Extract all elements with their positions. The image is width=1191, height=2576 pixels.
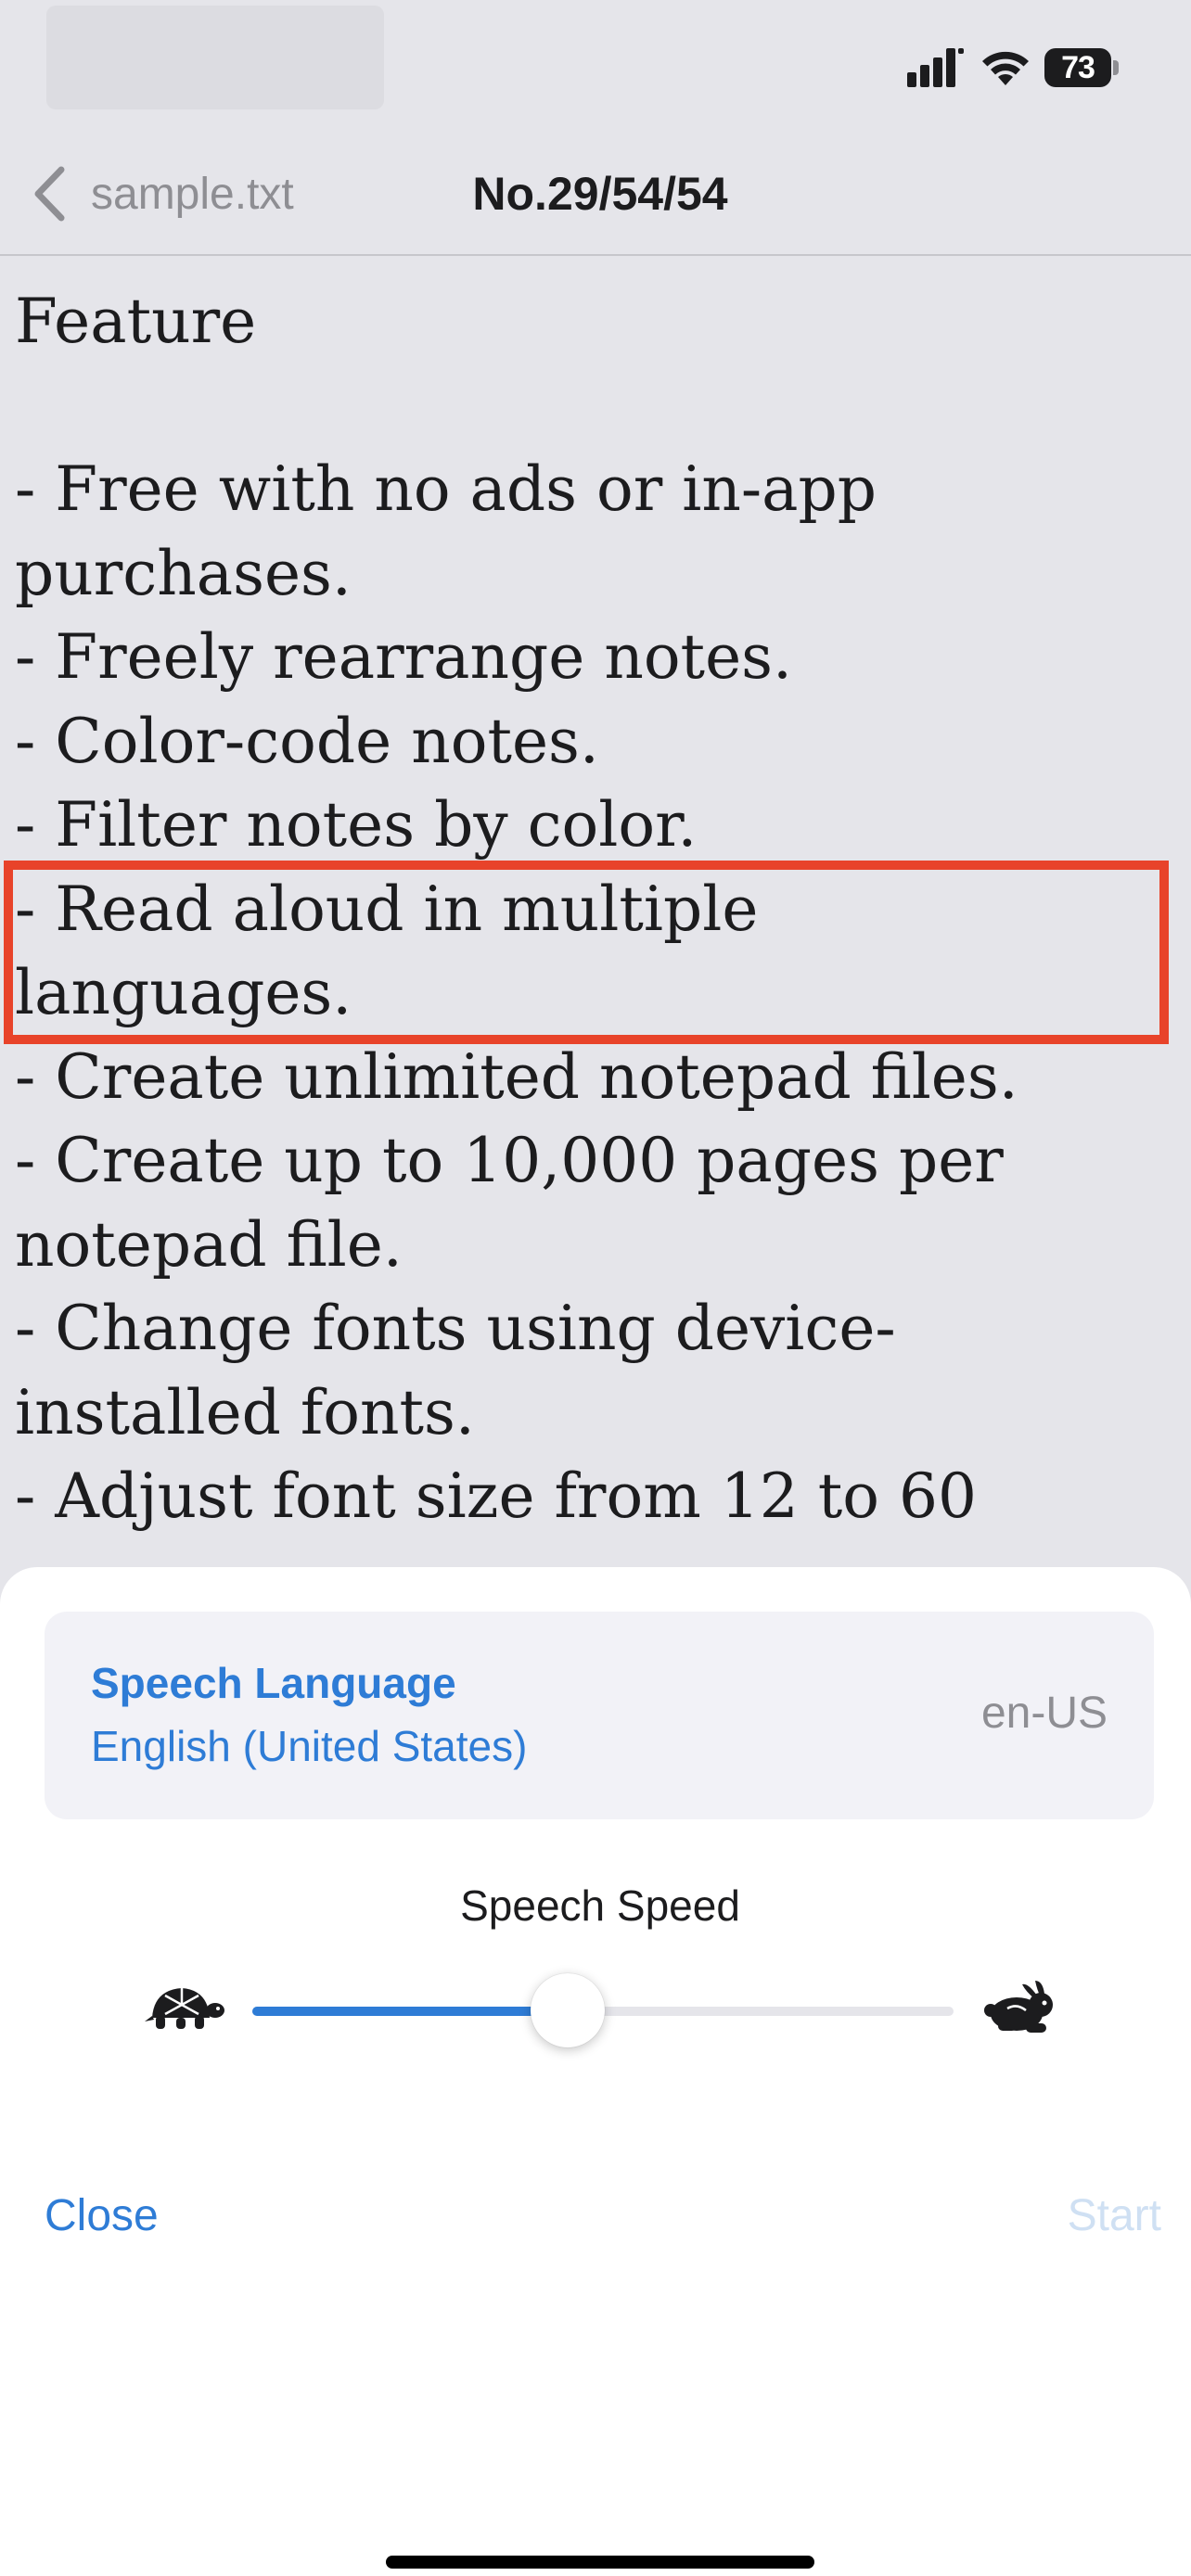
navigation-bar: sample.txt No.29/54/54: [0, 130, 1191, 256]
speech-speed-label: Speech Speed: [460, 1881, 740, 1930]
note-line: Feature: [15, 286, 257, 357]
note-line: purchases.: [15, 537, 352, 609]
home-indicator: [386, 2556, 814, 2569]
slider-thumb[interactable]: [531, 1973, 605, 2047]
note-line: - Filter notes by color.: [15, 789, 698, 861]
note-line: - Create unlimited notepad files.: [15, 1040, 1018, 1113]
battery-icon: 73: [1044, 48, 1122, 87]
back-label: sample.txt: [91, 169, 294, 219]
speech-language-name: English (United States): [91, 1722, 528, 1770]
note-line: [15, 364, 1184, 449]
note-line: - Free with no ads or in-app: [15, 453, 877, 525]
signal-icon: [907, 48, 964, 87]
back-button[interactable]: sample.txt: [32, 161, 294, 226]
status-bar: 73: [0, 0, 1191, 130]
close-button[interactable]: Close: [45, 2190, 159, 2241]
battery-level: 73: [1061, 50, 1095, 85]
note-line: - Adjust font size from 12 to 60: [15, 1460, 977, 1532]
start-button[interactable]: Start: [1068, 2190, 1161, 2241]
rabbit-icon: [984, 1981, 1053, 2033]
status-bar-time-area: [46, 6, 384, 109]
speech-language-label: Speech Language: [91, 1659, 456, 1707]
battery-cap: [1113, 60, 1119, 75]
wifi-icon: [982, 51, 1029, 85]
page-title: No.29/54/54: [472, 168, 728, 220]
speech-language-code: en-US: [980, 1689, 1108, 1738]
speech-language-row[interactable]: Speech Language English (United States) …: [45, 1612, 1154, 1819]
note-line: - Change fonts using device-: [15, 1293, 896, 1364]
speech-sheet: Speech Language English (United States) …: [0, 1567, 1191, 2576]
note-line: notepad file.: [15, 1208, 403, 1281]
note-line: - Create up to 10,000 pages per: [15, 1125, 1004, 1196]
note-line: - Color-code notes.: [15, 705, 599, 777]
speech-speed-slider[interactable]: [252, 1968, 954, 2053]
slider-fill: [252, 2007, 568, 2016]
chevron-left-icon: [34, 166, 65, 222]
note-line: - Freely rearrange notes.: [15, 621, 792, 693]
note-line: installed fonts.: [15, 1376, 475, 1448]
turtle-icon: [145, 1988, 224, 2029]
highlight-box: [4, 861, 1169, 1044]
